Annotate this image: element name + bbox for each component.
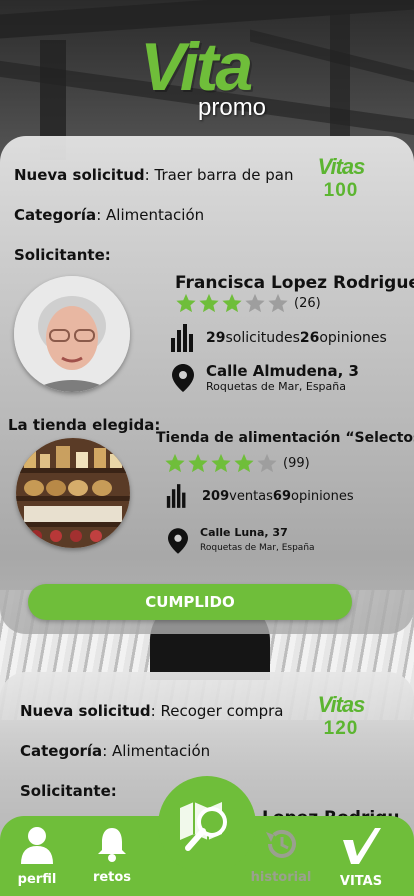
nav-profile[interactable]: perfil <box>2 826 72 887</box>
star-filled-icon <box>165 453 185 473</box>
store-shelves-photo <box>16 438 130 548</box>
nav-history-label: historial <box>250 870 312 885</box>
nav-vitas-label: VITAS <box>339 874 383 889</box>
store-photo[interactable] <box>16 438 130 548</box>
nav-profile-label: perfil <box>17 872 57 887</box>
vitas-reward-badge: Vitas 100 <box>306 154 376 202</box>
person-icon <box>21 827 53 864</box>
request-title: Nueva solicitud: Recoger compra <box>20 702 284 720</box>
request-category: Categoría: Alimentación <box>20 742 211 760</box>
bar-chart-icon <box>171 324 193 352</box>
requester-city: Roquetas de Mar, España <box>206 380 346 393</box>
vitas-logo: Vitas <box>317 154 366 179</box>
bar-chart-icon <box>166 484 186 508</box>
requester-location: Calle Almudena, 3 Roquetas de Mar, Españ… <box>172 362 359 393</box>
vitas-amount: 100 <box>323 180 359 201</box>
nav-vitas[interactable]: VITAS <box>326 826 396 889</box>
star-filled-icon <box>188 453 208 473</box>
location-pin-icon <box>168 528 188 554</box>
store-stats: 209 ventas 69 opiniones <box>166 484 354 508</box>
requester-label: Solicitante: <box>14 246 111 264</box>
vitas-logo: Vitas <box>317 692 366 717</box>
search-map-button[interactable] <box>158 776 256 874</box>
star-filled-icon <box>222 293 242 313</box>
store-rating: (99) <box>164 452 310 474</box>
store-label: La tienda elegida: <box>8 416 161 434</box>
vitas-check-icon <box>343 828 381 864</box>
elderly-woman-photo <box>14 276 130 392</box>
requester-address: Calle Almudena, 3 <box>206 362 359 380</box>
store-rating-count: (99) <box>283 455 310 471</box>
requester-rating: (26) <box>175 292 321 314</box>
logo-sub-text: promo <box>198 94 267 121</box>
history-icon <box>266 829 296 858</box>
request-card[interactable]: Nueva solicitud: Traer barra de pan Vita… <box>0 136 414 634</box>
nav-challenges-label: retos <box>92 870 132 885</box>
store-name[interactable]: Tienda de alimentación “Selectos” <box>156 430 414 446</box>
nav-history[interactable]: historial <box>246 826 316 885</box>
location-pin-icon <box>172 364 194 392</box>
request-title: Nueva solicitud: Traer barra de pan <box>14 166 294 184</box>
requester-rating-count: (26) <box>294 295 321 311</box>
store-address: Calle Luna, 37 <box>200 526 288 539</box>
star-empty-icon <box>257 453 277 473</box>
store-location: Calle Luna, 37 Roquetas de Mar, España <box>168 526 315 554</box>
bell-icon <box>98 828 126 862</box>
fulfilled-button[interactable]: CUMPLIDO <box>28 584 352 620</box>
star-empty-icon <box>245 293 265 313</box>
vita-promo-logo: Vita promo <box>140 28 280 128</box>
star-filled-icon <box>176 293 196 313</box>
vitas-reward-badge: Vitas 120 <box>306 692 376 740</box>
nav-challenges[interactable]: retos <box>77 826 147 885</box>
star-filled-icon <box>234 453 254 473</box>
star-empty-icon <box>268 293 288 313</box>
star-filled-icon <box>211 453 231 473</box>
vitas-amount: 120 <box>323 718 359 739</box>
requester-name[interactable]: Francisca Lopez Rodriguez <box>175 273 414 293</box>
map-search-icon <box>180 802 227 851</box>
request-category: Categoría: Alimentación <box>14 206 205 224</box>
requester-label: Solicitante: <box>20 782 117 800</box>
requester-avatar[interactable] <box>14 276 130 392</box>
requester-stats: 29 solicitudes 26 opiniones <box>170 324 387 352</box>
star-filled-icon <box>199 293 219 313</box>
store-city: Roquetas de Mar, España <box>200 543 315 553</box>
